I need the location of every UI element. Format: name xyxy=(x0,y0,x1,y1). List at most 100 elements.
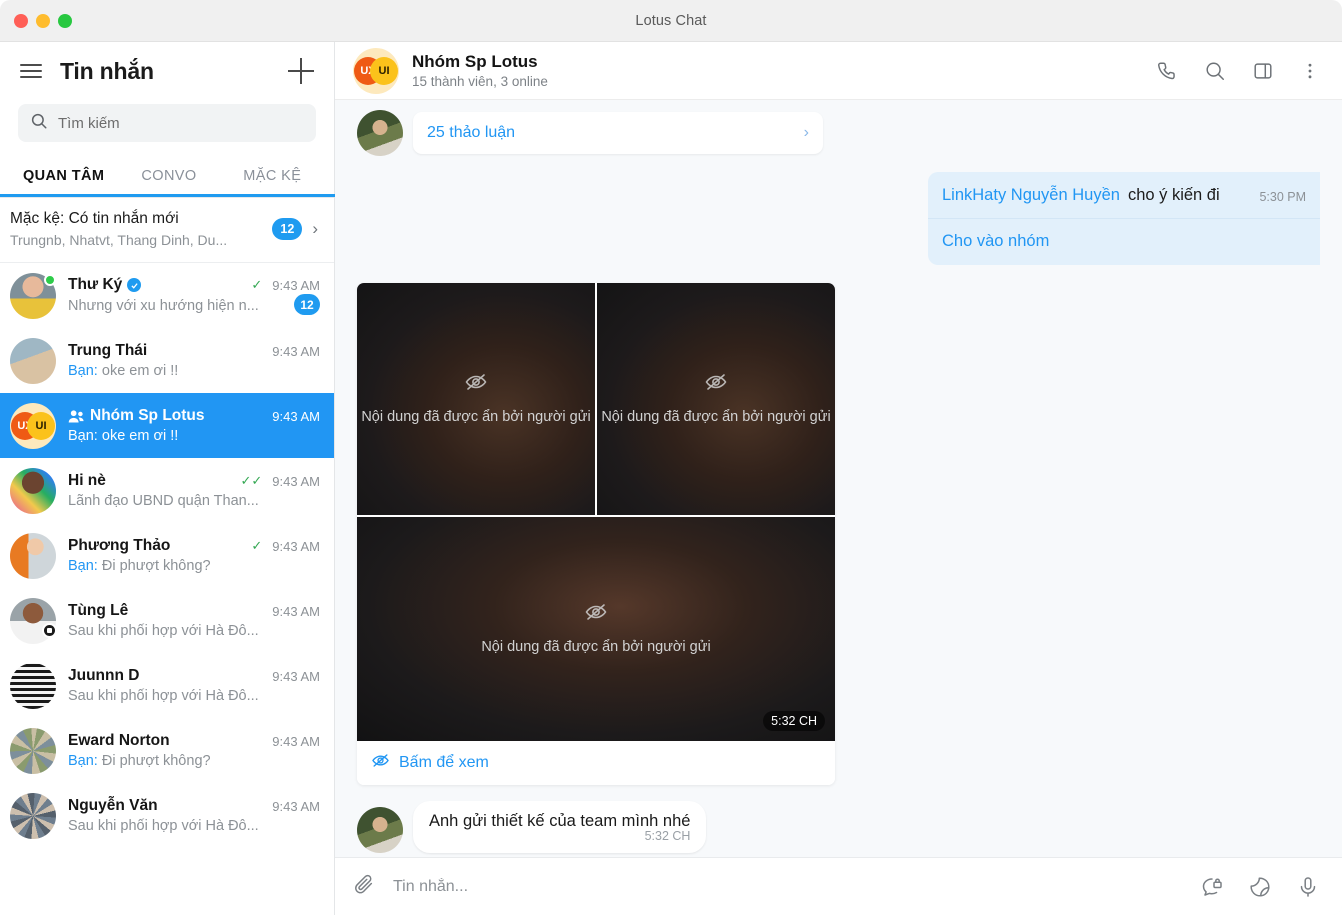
online-indicator xyxy=(44,273,56,286)
conversation-time: 9:43 AM xyxy=(272,473,320,489)
incoming-message: Anh gửi thiết kế của team mình nhé 5:32 … xyxy=(357,801,1320,853)
secret-chat-icon[interactable] xyxy=(1200,875,1224,899)
chat-panel: UX UI Nhóm Sp Lotus 15 thành viên, 3 onl… xyxy=(335,42,1342,915)
read-receipt-icon: ✓ xyxy=(251,538,263,553)
message-bubble-white[interactable]: Anh gửi thiết kế của team mình nhé 5:32 … xyxy=(413,801,707,853)
search-icon[interactable] xyxy=(1204,60,1226,82)
eye-off-icon xyxy=(464,370,488,399)
conversation-row-thu-ky[interactable]: Thư Ký ✓ 9:43 AM Nhưng với xu hướng hiện… xyxy=(0,263,334,328)
preview-text: Đi phượt không? xyxy=(101,753,211,769)
row-bottom: Bạn: oke em ơi !! xyxy=(68,425,320,444)
conversation-row-juunnn-d[interactable]: Juunnn D 9:43 AM Sau khi phối hợp với Hà… xyxy=(0,653,334,718)
avatar xyxy=(10,597,57,644)
search-box[interactable] xyxy=(18,104,316,142)
row-bottom: Nhưng với xu hướng hiện n... 12 xyxy=(68,294,320,315)
muted-conversations-row[interactable]: Mặc kệ: Có tin nhắn mới Trungnb, Nhatvt,… xyxy=(0,198,334,263)
conversation-row-nguyen-van[interactable]: Nguyễn Văn 9:43 AM Sau khi phối hợp với … xyxy=(0,783,334,848)
search-container xyxy=(0,100,334,154)
thread-link[interactable]: 25 thảo luận xyxy=(427,124,804,142)
hidden-media-label: Nội dung đã được ẩn bởi người gửi xyxy=(481,638,711,655)
tab-mac-ke[interactable]: MẶC KỆ xyxy=(223,154,322,197)
bubble-line-1: LinkHaty Nguyễn Huyền cho ý kiến đi 5:30… xyxy=(928,172,1320,219)
conversation-row-trung-thai[interactable]: Trung Thái 9:43 AM Bạn: oke em ơi !! xyxy=(0,328,334,393)
plus-icon[interactable] xyxy=(288,58,314,84)
hamburger-icon[interactable] xyxy=(20,60,42,82)
row-top: Juunnn D 9:43 AM xyxy=(68,667,320,685)
hidden-media-tile[interactable]: Nội dung đã được ẩn bởi người gửi xyxy=(597,283,835,515)
media-footer[interactable]: Bấm để xem xyxy=(357,741,835,785)
preview-prefix: Bạn: xyxy=(68,428,98,444)
row-top: Nhóm Sp Lotus 9:43 AM xyxy=(68,407,320,425)
row-top: Thư Ký ✓ 9:43 AM xyxy=(68,276,320,294)
app-body: Tin nhắn QUAN TÂM CONVO MẶC KỆ xyxy=(0,42,1342,915)
mention-text[interactable]: LinkHaty Nguyễn Huyền xyxy=(942,186,1120,205)
chat-avatar[interactable]: UX UI xyxy=(353,47,399,94)
conversation-time: 9:43 AM xyxy=(272,798,320,814)
chevron-right-icon[interactable]: › xyxy=(312,219,318,239)
preview-prefix: Bạn: xyxy=(68,558,98,574)
thread-card[interactable]: 25 thảo luận › xyxy=(413,112,823,154)
hidden-media-card[interactable]: Nội dung đã được ẩn bởi người gửi Nội du… xyxy=(357,283,835,785)
conversation-row-hi-ne[interactable]: Hi nè ✓✓ 9:43 AM Lãnh đạo UBND quận Than… xyxy=(0,458,334,523)
row-content: Thư Ký ✓ 9:43 AM Nhưng với xu hướng hiện… xyxy=(68,276,320,315)
conversation-preview: Bạn: Đi phượt không? xyxy=(68,558,211,574)
sidebar-title: Tin nhắn xyxy=(60,57,154,84)
microphone-icon[interactable] xyxy=(1296,875,1320,899)
outgoing-message: LinkHaty Nguyễn Huyền cho ý kiến đi 5:30… xyxy=(357,172,1320,265)
chat-header: UX UI Nhóm Sp Lotus 15 thành viên, 3 onl… xyxy=(335,42,1342,100)
tap-to-view-link[interactable]: Bấm để xem xyxy=(399,754,489,772)
tab-quan-tam[interactable]: QUAN TÂM xyxy=(12,154,115,197)
avatar xyxy=(10,337,56,384)
tab-convo[interactable]: CONVO xyxy=(115,154,222,197)
muted-text: Mặc kệ: Có tin nhắn mới Trungnb, Nhatvt,… xyxy=(10,210,272,248)
group-icon xyxy=(68,409,85,423)
conversation-time: 9:43 AM xyxy=(272,343,320,359)
chat-title-group: Nhóm Sp Lotus 15 thành viên, 3 online xyxy=(412,52,548,89)
preview-prefix: Bạn: xyxy=(68,753,98,769)
avatar xyxy=(10,727,56,774)
conversation-row-tung-le[interactable]: Tùng Lê 9:43 AM Sau khi phối hợp với Hà … xyxy=(0,588,334,653)
row-content: Nhóm Sp Lotus 9:43 AM Bạn: oke em ơi !! xyxy=(68,407,320,444)
row-content: Phương Thảo ✓ 9:43 AM Bạn: Đi phượt khôn… xyxy=(68,537,320,574)
verified-badge-icon xyxy=(127,278,142,292)
conversation-row-phuong-thao[interactable]: Phương Thảo ✓ 9:43 AM Bạn: Đi phượt khôn… xyxy=(0,523,334,588)
phone-icon[interactable] xyxy=(1156,60,1178,82)
message-input[interactable] xyxy=(393,877,1182,896)
search-input[interactable] xyxy=(58,114,304,132)
hidden-media-label: Nội dung đã được ẩn bởi người gửi xyxy=(361,408,591,425)
hidden-media-label: Nội dung đã được ẩn bởi người gửi xyxy=(601,408,831,425)
conversation-time: 9:43 AM xyxy=(272,538,320,554)
conversation-row-eward-norton[interactable]: Eward Norton 9:43 AM Bạn: Đi phượt không… xyxy=(0,718,334,783)
sidebar-panel-icon[interactable] xyxy=(1252,60,1274,82)
row-content: Juunnn D 9:43 AM Sau khi phối hợp với Hà… xyxy=(68,667,320,704)
eye-off-icon xyxy=(704,370,728,399)
row-content: Tùng Lê 9:43 AM Sau khi phối hợp với Hà … xyxy=(68,602,320,639)
conversation-row-nhom-sp-lotus[interactable]: UX UI Nhóm Sp Lotus 9:43 AM Bạn: oke em … xyxy=(0,393,334,458)
muted-subtitle: Trungnb, Nhatvt, Thang Dinh, Du... xyxy=(10,232,228,248)
conversation-name: Nhóm Sp Lotus xyxy=(90,407,205,424)
muted-title: Mặc kệ: Có tin nhắn mới xyxy=(10,210,179,227)
active-tab-indicator xyxy=(0,194,335,197)
search-icon xyxy=(30,112,48,135)
row-top: Phương Thảo ✓ 9:43 AM xyxy=(68,537,320,555)
row-top: Trung Thái 9:43 AM xyxy=(68,342,320,360)
ui-circle: UI xyxy=(370,56,398,85)
avatar xyxy=(357,807,403,853)
thread-summary-row: 25 thảo luận › xyxy=(357,110,1320,156)
more-vertical-icon[interactable] xyxy=(1300,61,1320,81)
hidden-media-tile[interactable]: Nội dung đã được ẩn bởi người gửi xyxy=(357,283,595,515)
conversation-time: 9:43 AM xyxy=(272,277,320,293)
conversation-list: Mặc kệ: Có tin nhắn mới Trungnb, Nhatvt,… xyxy=(0,198,334,915)
paperclip-icon[interactable] xyxy=(353,873,375,900)
message-list: 25 thảo luận › LinkHaty Nguyễn Huyền cho… xyxy=(335,100,1342,857)
chevron-right-icon[interactable]: › xyxy=(804,124,809,142)
preview-prefix: Bạn: xyxy=(68,363,98,379)
preview-text: oke em ơi !! xyxy=(101,363,179,379)
conversation-preview: Sau khi phối hợp với Hà Đô... xyxy=(68,623,259,639)
row-bottom: Sau khi phối hợp với Hà Đô... xyxy=(68,815,320,834)
sticker-icon[interactable] xyxy=(1248,875,1272,899)
conversation-name: Eward Norton xyxy=(68,732,170,749)
conversation-time: 9:43 AM xyxy=(272,668,320,684)
hidden-media-tile-wide[interactable]: Nội dung đã được ẩn bởi người gửi 5:32 C… xyxy=(357,515,835,741)
message-bubble-blue[interactable]: LinkHaty Nguyễn Huyền cho ý kiến đi 5:30… xyxy=(928,172,1320,265)
